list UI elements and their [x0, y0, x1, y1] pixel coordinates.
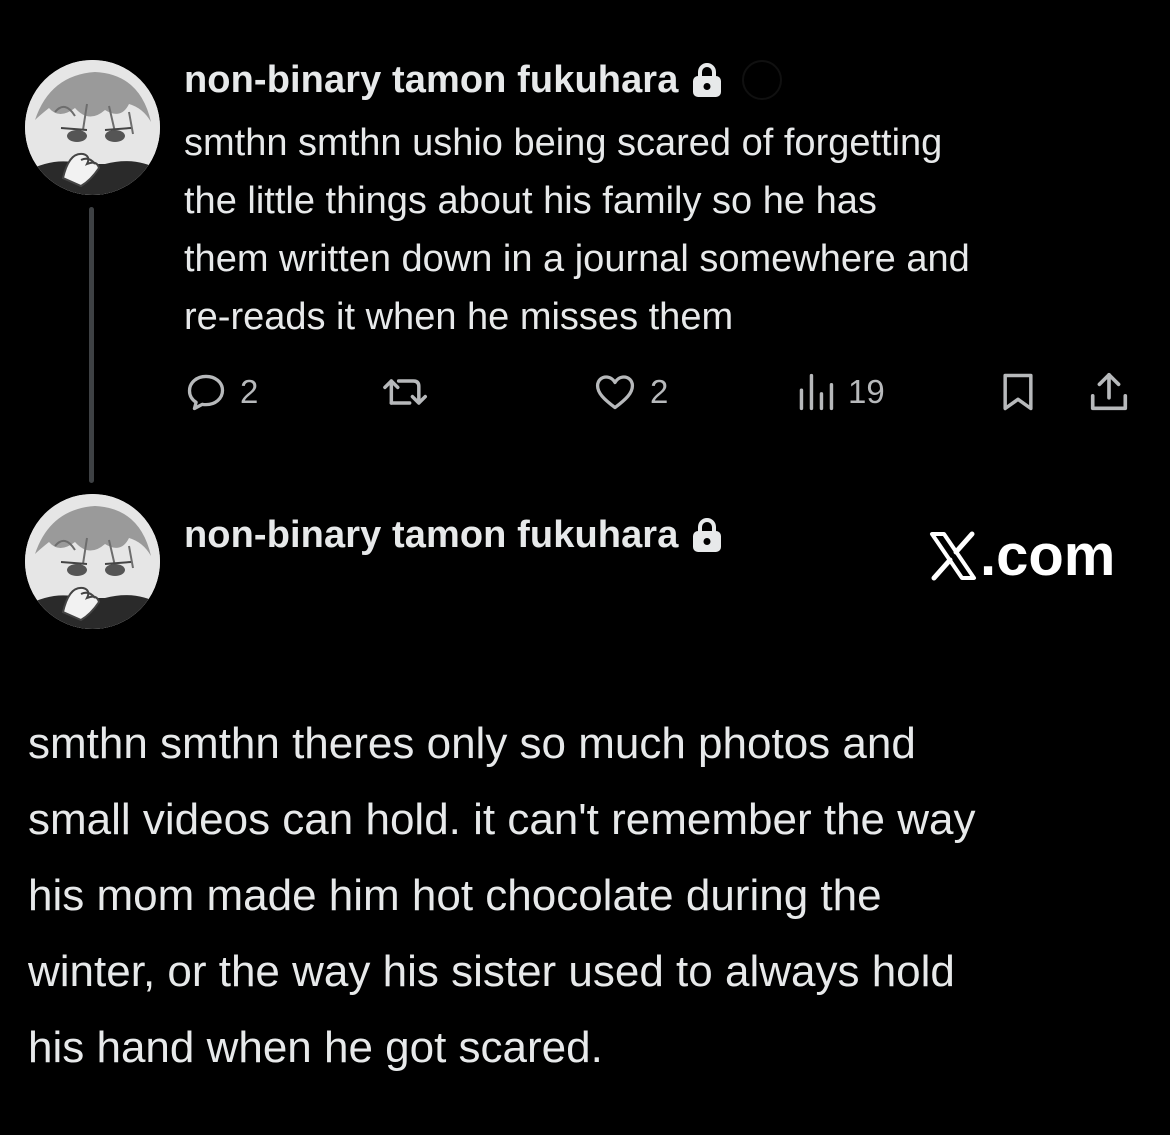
- thread-connector-line: [89, 207, 94, 483]
- bookmark-button[interactable]: [996, 364, 1040, 420]
- author-avatar[interactable]: [25, 494, 160, 629]
- anime-avatar-icon: [25, 60, 160, 195]
- tweet-author-row: non-binary tamon fukuhara: [184, 511, 722, 559]
- retweet-icon: [383, 379, 427, 405]
- handle-ghost: [742, 60, 783, 100]
- anime-avatar-icon: [25, 494, 160, 629]
- share-icon: [1090, 372, 1128, 411]
- reply-count: 2: [240, 373, 259, 410]
- author-display-name[interactable]: non-binary tamon fukuhara: [184, 59, 678, 102]
- tweet-author-row: non-binary tamon fukuhara: [184, 56, 783, 104]
- reply-button[interactable]: 2: [184, 364, 258, 420]
- x-com-watermark: .com: [928, 522, 1115, 589]
- retweet-button[interactable]: [382, 364, 430, 420]
- heart-icon: [595, 375, 635, 410]
- like-button[interactable]: 2: [592, 364, 668, 420]
- tweet-text: smthn smthn ushio being scared of forget…: [184, 122, 970, 338]
- author-avatar[interactable]: [25, 60, 160, 195]
- tweet-action-bar: 2 2 19: [184, 364, 1144, 420]
- x-logo-icon: [928, 530, 978, 582]
- views-button[interactable]: 19: [796, 364, 885, 420]
- views-chart-icon: [799, 373, 834, 411]
- reply-icon: [187, 374, 225, 411]
- tweet-text: smthn smthn theres only so much photos a…: [28, 719, 976, 1072]
- lock-icon: [692, 62, 722, 98]
- watermark-domain: .com: [980, 523, 1116, 588]
- lock-icon: [692, 517, 722, 553]
- share-button[interactable]: [1086, 364, 1132, 420]
- view-count: 19: [848, 373, 885, 410]
- bookmark-icon: [1003, 373, 1033, 411]
- author-display-name[interactable]: non-binary tamon fukuhara: [184, 514, 678, 557]
- like-count: 2: [650, 373, 669, 410]
